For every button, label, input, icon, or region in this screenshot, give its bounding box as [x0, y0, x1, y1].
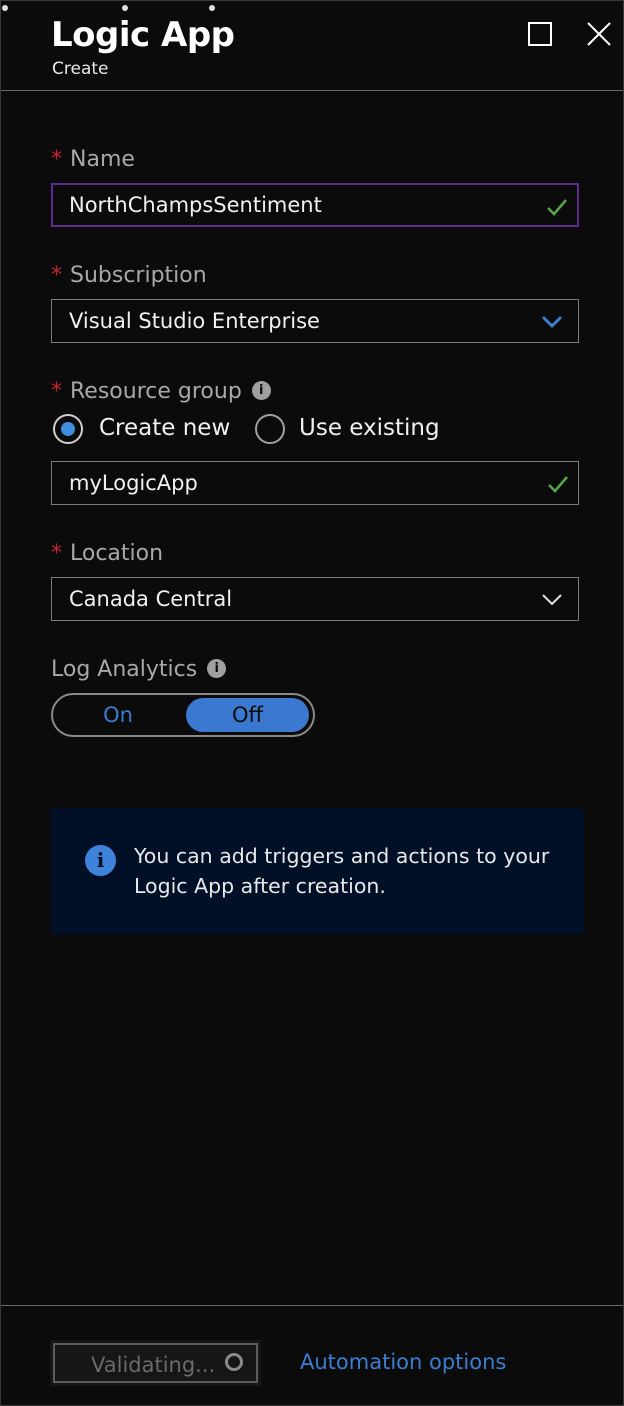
page-title: Logic App — [51, 15, 235, 55]
page-subtitle: Create — [52, 59, 109, 79]
required-marker: * — [51, 541, 62, 566]
info-banner: i You can add triggers and actions to yo… — [51, 808, 584, 934]
log-analytics-label: Log Analytics i — [51, 657, 227, 682]
validate-button[interactable]: Validating... — [50, 1340, 261, 1386]
toggle-off-option[interactable]: Off — [186, 698, 309, 732]
chevron-down-icon — [542, 594, 562, 606]
required-marker: * — [51, 147, 62, 172]
subscription-value: Visual Studio Enterprise — [69, 309, 320, 333]
resource-group-value: myLogicApp — [69, 471, 198, 495]
subscription-label: * Subscription — [51, 263, 207, 288]
subscription-select[interactable]: Visual Studio Enterprise — [51, 299, 579, 343]
name-label: * Name — [51, 147, 135, 172]
drag-handle-dot — [2, 5, 8, 11]
log-analytics-toggle[interactable]: On Off — [51, 693, 315, 737]
info-banner-text: You can add triggers and actions to your… — [134, 844, 550, 898]
radio-button[interactable] — [255, 414, 285, 444]
location-label: * Location — [51, 541, 164, 566]
spinner-icon — [225, 1353, 243, 1371]
chevron-down-icon — [541, 315, 563, 329]
resource-group-input[interactable]: myLogicApp — [51, 461, 579, 505]
location-select[interactable]: Canada Central — [51, 577, 579, 621]
footer-divider — [1, 1305, 623, 1306]
required-marker: * — [51, 263, 62, 288]
toggle-on-option[interactable]: On — [53, 695, 183, 735]
radio-label: Create new — [99, 415, 231, 441]
maximize-icon — [528, 22, 552, 46]
validate-button-label: Validating... — [91, 1353, 216, 1377]
close-icon — [587, 22, 611, 46]
info-icon[interactable]: i — [251, 380, 271, 400]
automation-options-link[interactable]: Automation options — [300, 1350, 506, 1374]
radio-label: Use existing — [299, 415, 440, 441]
name-field[interactable]: NorthChampsSentiment — [51, 183, 579, 227]
radio-button-checked[interactable] — [53, 414, 83, 444]
close-button[interactable] — [584, 19, 614, 49]
resource-group-label: * Resource group i — [51, 379, 271, 404]
check-icon — [548, 476, 568, 493]
info-icon: i — [85, 845, 116, 876]
blade-header: Logic App Create — [1, 1, 623, 91]
required-marker: * — [51, 379, 62, 404]
location-value: Canada Central — [69, 587, 233, 611]
name-field-value: NorthChampsSentiment — [69, 193, 322, 217]
check-icon — [547, 199, 567, 216]
info-icon[interactable]: i — [207, 658, 227, 678]
drag-handle-dot — [209, 5, 215, 11]
maximize-button[interactable] — [525, 19, 555, 49]
drag-handle-dot — [122, 5, 128, 11]
